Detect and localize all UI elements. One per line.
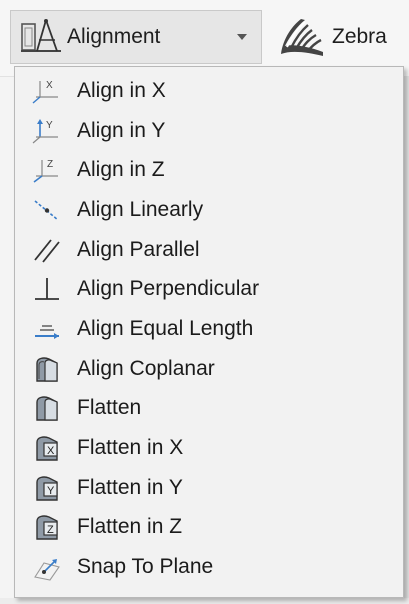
flatten-x-icon: X bbox=[29, 433, 65, 463]
svg-text:Z: Z bbox=[47, 159, 53, 170]
menu-item-label: Align Linearly bbox=[77, 197, 204, 221]
svg-text:X: X bbox=[47, 445, 55, 457]
svg-text:Y: Y bbox=[47, 485, 55, 497]
align-y-icon: Y bbox=[29, 116, 65, 146]
flatten-y-icon: Y bbox=[29, 473, 65, 503]
menu-item-label: Flatten in X bbox=[77, 436, 184, 460]
flatten-icon bbox=[29, 393, 65, 423]
menu-item-label: Align in X bbox=[77, 78, 166, 102]
align-parallel-icon bbox=[29, 235, 65, 265]
menu-item-label: Flatten in Y bbox=[77, 475, 183, 499]
chevron-down-icon bbox=[227, 34, 257, 40]
align-linearly-icon bbox=[29, 195, 65, 225]
zebra-stripes-icon bbox=[274, 14, 330, 60]
zebra-button[interactable]: Zebra bbox=[270, 10, 409, 64]
menu-item-label: Align Coplanar bbox=[77, 356, 215, 380]
alignment-button-label: Alignment bbox=[67, 25, 161, 48]
menu-item-label: Align in Y bbox=[77, 118, 166, 142]
menu-item-align-parallel[interactable]: Align Parallel bbox=[15, 230, 403, 270]
align-x-icon: X bbox=[29, 76, 65, 106]
menu-item-label: Flatten bbox=[77, 396, 142, 420]
menu-item-align-linearly[interactable]: Align Linearly bbox=[15, 190, 403, 230]
alignment-dropdown-menu: X Align in X Y Align in Y Z Align in Z A… bbox=[14, 66, 404, 598]
flatten-z-icon: Z bbox=[29, 512, 65, 542]
menu-item-flatten-in-z[interactable]: Z Flatten in Z bbox=[15, 508, 403, 548]
align-z-icon: Z bbox=[29, 155, 65, 185]
menu-item-align-in-z[interactable]: Z Align in Z bbox=[15, 150, 403, 190]
menu-item-align-in-x[interactable]: X Align in X bbox=[15, 71, 403, 111]
menu-item-label: Align Parallel bbox=[77, 237, 200, 261]
menu-item-label: Flatten in Z bbox=[77, 515, 183, 539]
menu-item-label: Align Equal Length bbox=[77, 316, 254, 340]
menu-item-snap-to-plane[interactable]: Snap To Plane bbox=[15, 547, 403, 587]
snap-to-plane-icon bbox=[29, 552, 65, 582]
alignment-dropdown-button[interactable]: Alignment bbox=[10, 10, 262, 64]
menu-item-align-coplanar[interactable]: Align Coplanar bbox=[15, 349, 403, 389]
background-edge-bottom bbox=[0, 598, 409, 604]
svg-text:X: X bbox=[46, 80, 53, 91]
align-icon bbox=[17, 17, 65, 57]
menu-item-flatten-in-y[interactable]: Y Flatten in Y bbox=[15, 468, 403, 508]
app-window: Alignment Zebra X Align in X Y Align in … bbox=[0, 0, 409, 604]
zebra-button-label: Zebra bbox=[332, 25, 387, 48]
svg-text:Z: Z bbox=[47, 524, 54, 536]
align-equal-length-icon bbox=[29, 314, 65, 344]
menu-item-align-in-y[interactable]: Y Align in Y bbox=[15, 111, 403, 151]
menu-item-flatten[interactable]: Flatten bbox=[15, 389, 403, 429]
align-perpendicular-icon bbox=[29, 274, 65, 304]
menu-item-align-perpendicular[interactable]: Align Perpendicular bbox=[15, 269, 403, 309]
menu-item-flatten-in-x[interactable]: X Flatten in X bbox=[15, 428, 403, 468]
menu-item-label: Snap To Plane bbox=[77, 555, 214, 579]
menu-item-label: Align in Z bbox=[77, 158, 165, 182]
menu-item-label: Align Perpendicular bbox=[77, 277, 260, 301]
svg-text:Y: Y bbox=[46, 120, 53, 131]
align-coplanar-icon bbox=[29, 354, 65, 384]
menu-item-align-equal-length[interactable]: Align Equal Length bbox=[15, 309, 403, 349]
